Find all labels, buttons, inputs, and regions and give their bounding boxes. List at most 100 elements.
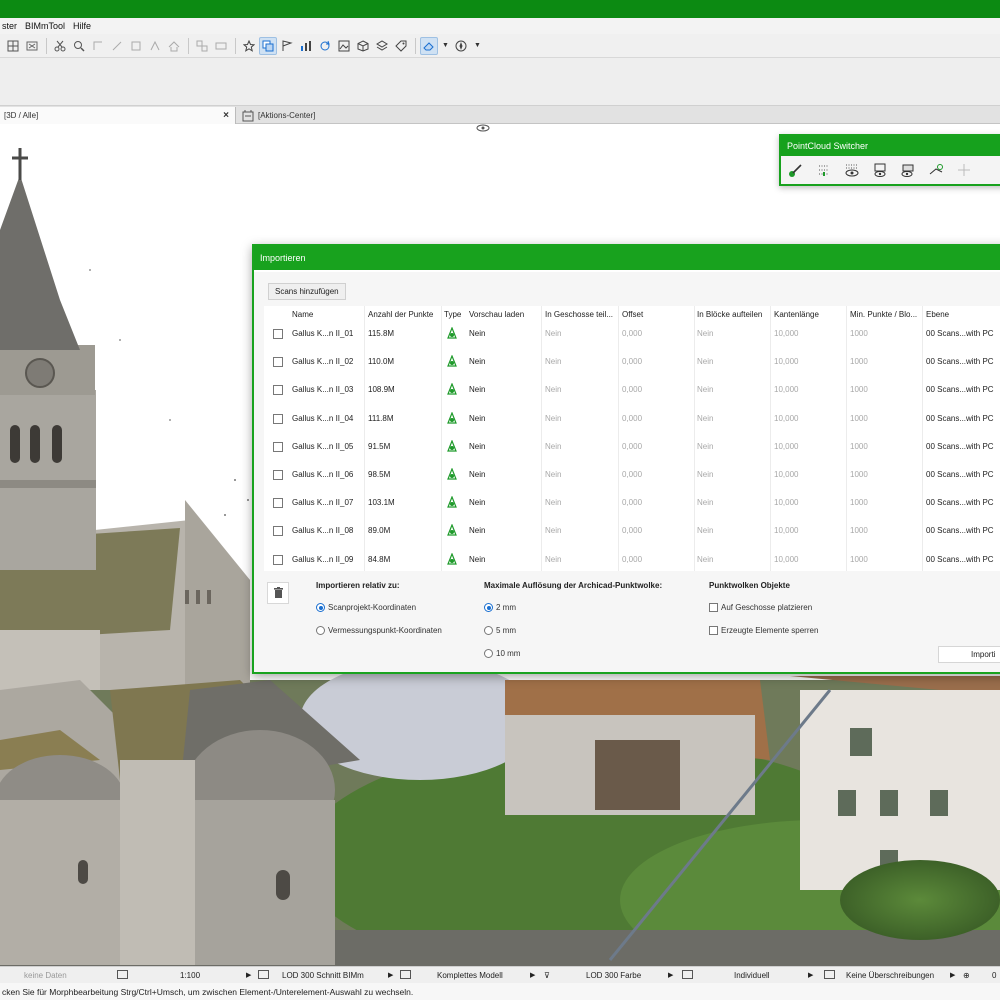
cell-floors[interactable]: Nein <box>545 498 561 507</box>
pointcloud-visibility-icon[interactable] <box>841 160 863 180</box>
picture-icon[interactable] <box>335 37 353 55</box>
cell-layer[interactable]: 00 Scans...with PC <box>926 470 994 479</box>
cell-preview[interactable]: Nein <box>469 498 485 507</box>
column-header[interactable]: Ebene <box>926 310 949 319</box>
table-row[interactable]: Gallus K...n II_04 111.8M Nein Nein 0,000 Nei… <box>264 405 1000 433</box>
cell-blocks[interactable]: Nein <box>697 329 713 338</box>
flag-icon[interactable] <box>278 37 296 55</box>
table-row[interactable]: Gallus K...n II_01 115.8M Nein Nein 0,000 Nei… <box>264 320 1000 348</box>
grid-icon[interactable] <box>4 37 22 55</box>
cell-preview[interactable]: Nein <box>469 329 485 338</box>
cell-minpts[interactable]: 1000 <box>850 526 868 535</box>
cell-edge[interactable]: 10,000 <box>774 498 798 507</box>
cell-preview[interactable]: Nein <box>469 442 485 451</box>
scissors-icon[interactable] <box>51 37 69 55</box>
table-row[interactable]: Gallus K...n II_05 91.5M Nein Nein 0,000 Nein… <box>264 433 1000 461</box>
pointcloud-section-icon[interactable] <box>897 160 919 180</box>
column-header[interactable]: Offset <box>622 310 643 319</box>
cell-offset[interactable]: 0,000 <box>622 526 642 535</box>
cell-layer[interactable]: 00 Scans...with PC <box>926 526 994 535</box>
cell-preview[interactable]: Nein <box>469 414 485 423</box>
pointcloud-show-icon[interactable] <box>869 160 891 180</box>
cell-edge[interactable]: 10,000 <box>774 329 798 338</box>
row-checkbox[interactable] <box>273 357 283 368</box>
pointcloud-list-icon[interactable] <box>813 160 835 180</box>
cell-layer[interactable]: 00 Scans...with PC <box>926 357 994 366</box>
model-filter[interactable]: Komplettes Modell <box>437 971 503 980</box>
offset-icon[interactable] <box>127 37 145 55</box>
chevron-right-icon[interactable]: ▶ <box>246 971 251 979</box>
cell-blocks[interactable]: Nein <box>697 414 713 423</box>
menu-item-bimmtool[interactable]: BIMmTool <box>25 21 65 31</box>
cell-offset[interactable]: 0,000 <box>622 357 642 366</box>
pick-up-icon[interactable] <box>259 36 277 55</box>
cell-blocks[interactable]: Nein <box>697 470 713 479</box>
cell-offset[interactable]: 0,000 <box>622 442 642 451</box>
cell-preview[interactable]: Nein <box>469 385 485 394</box>
scan-project-coordinates-radio[interactable]: Scanprojekt-Koordinaten <box>316 603 416 612</box>
cell-floors[interactable]: Nein <box>545 357 561 366</box>
pen-set[interactable]: LOD 300 Farbe <box>586 971 641 980</box>
cell-edge[interactable]: 10,000 <box>774 470 798 479</box>
cell-blocks[interactable]: Nein <box>697 498 713 507</box>
cell-minpts[interactable]: 1000 <box>850 555 868 564</box>
row-checkbox[interactable] <box>273 413 283 424</box>
cell-minpts[interactable]: 1000 <box>850 385 868 394</box>
cell-floors[interactable]: Nein <box>545 385 561 394</box>
cell-floors[interactable]: Nein <box>545 470 561 479</box>
eraser-icon[interactable] <box>420 36 438 55</box>
table-row[interactable]: Gallus K...n II_02 110.0M Nein Nein 0,000 Nei… <box>264 348 1000 376</box>
resolution-5mm-radio[interactable]: 5 mm <box>484 626 516 635</box>
cell-blocks[interactable]: Nein <box>697 526 713 535</box>
cell-minpts[interactable]: 1000 <box>850 442 868 451</box>
cell-layer[interactable]: 00 Scans...with PC <box>926 414 994 423</box>
column-header[interactable]: Type <box>444 310 461 319</box>
place-on-floors-checkbox[interactable]: Auf Geschosse platzieren <box>709 603 812 612</box>
column-header[interactable]: Vorschau laden <box>469 310 524 319</box>
column-header[interactable]: Min. Punkte / Blo... <box>850 310 917 319</box>
cell-layer[interactable]: 00 Scans...with PC <box>926 555 994 564</box>
cell-offset[interactable]: 0,000 <box>622 329 642 338</box>
graphic-overrides[interactable]: Keine Überschreibungen <box>846 971 934 980</box>
compass-icon[interactable] <box>452 37 470 55</box>
pointcloud-settings-icon[interactable] <box>925 160 947 180</box>
cell-preview[interactable]: Nein <box>469 555 485 564</box>
cell-floors[interactable]: Nein <box>545 414 561 423</box>
chart-icon[interactable] <box>297 37 315 55</box>
row-checkbox[interactable] <box>273 385 283 396</box>
cell-blocks[interactable]: Nein <box>697 357 713 366</box>
resolution-2mm-radio[interactable]: 2 mm <box>484 603 516 612</box>
chevron-right-icon[interactable]: ▶ <box>388 971 393 979</box>
cell-minpts[interactable]: 1000 <box>850 329 868 338</box>
row-checkbox[interactable] <box>273 441 283 452</box>
cell-floors[interactable]: Nein <box>545 442 561 451</box>
cell-edge[interactable]: 10,000 <box>774 385 798 394</box>
scale-value[interactable]: 1:100 <box>180 971 200 980</box>
cell-floors[interactable]: Nein <box>545 555 561 564</box>
cell-edge[interactable]: 10,000 <box>774 555 798 564</box>
delete-scan-button[interactable] <box>267 582 289 604</box>
cell-preview[interactable]: Nein <box>469 357 485 366</box>
trim-icon[interactable] <box>89 37 107 55</box>
arrange-icon[interactable] <box>23 37 41 55</box>
layers-icon[interactable] <box>373 37 391 55</box>
cell-layer[interactable]: 00 Scans...with PC <box>926 498 994 507</box>
chevron-right-icon[interactable]: ▶ <box>950 971 955 979</box>
pointcloud-pen-icon[interactable] <box>785 160 807 180</box>
tag-icon[interactable] <box>392 37 410 55</box>
menu-item-help[interactable]: Hilfe <box>73 21 91 31</box>
cell-minpts[interactable]: 1000 <box>850 498 868 507</box>
import-button[interactable]: Importi <box>938 646 1000 663</box>
column-header[interactable]: In Blöcke aufteilen <box>697 310 762 319</box>
cell-layer[interactable]: 00 Scans...with PC <box>926 329 994 338</box>
favorite-star-icon[interactable] <box>240 37 258 55</box>
table-row[interactable]: Gallus K...n II_09 84.8M Nein Nein 0,000 Nein… <box>264 546 1000 574</box>
lock-created-elements-checkbox[interactable]: Erzeugte Elemente sperren <box>709 626 818 635</box>
row-checkbox[interactable] <box>273 526 283 537</box>
cell-edge[interactable]: 10,000 <box>774 414 798 423</box>
chevron-down-icon[interactable]: ▼ <box>474 42 481 49</box>
column-header[interactable]: Anzahl der Punkte <box>368 310 433 319</box>
cell-floors[interactable]: Nein <box>545 526 561 535</box>
row-checkbox[interactable] <box>273 329 283 339</box>
group-icon[interactable] <box>193 37 211 55</box>
